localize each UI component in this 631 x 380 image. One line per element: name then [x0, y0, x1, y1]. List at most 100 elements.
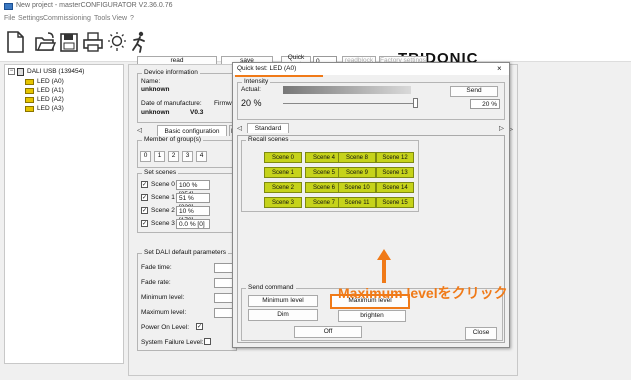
- actual-label: Actual:: [241, 86, 261, 93]
- minimum-level-button[interactable]: Minimum level: [248, 295, 318, 307]
- firmware-value: V0.3: [190, 109, 204, 116]
- tree-item-label: LED (A3): [37, 105, 64, 112]
- dali-defaults-group: Set DALI default parameters Fade time: F…: [137, 249, 237, 351]
- app-icon: [4, 3, 13, 10]
- menu-file[interactable]: File: [4, 15, 15, 22]
- groups-legend: Member of group(s): [142, 136, 204, 143]
- actual-value: 20 %: [241, 98, 262, 108]
- scene-3-checkbox[interactable]: ✓: [141, 220, 148, 227]
- print-icon[interactable]: [82, 30, 104, 54]
- recall-scenes-legend: Recall scenes: [246, 136, 291, 143]
- dali-defaults-legend: Set DALI default parameters: [142, 249, 229, 256]
- device-tree[interactable]: − DALI USB (139454) LED (A0) LED (A1) LE…: [4, 64, 124, 364]
- scene-13-button[interactable]: Scene 13: [376, 167, 414, 178]
- scene-1-label: Scene 1: [151, 194, 175, 201]
- scene-12-button[interactable]: Scene 12: [376, 152, 414, 163]
- intensity-group: Intensity Actual: Send 20 % 20 %: [237, 78, 505, 120]
- system-failure-checkbox[interactable]: [204, 338, 211, 345]
- scene-0-label: Scene 0: [151, 181, 175, 188]
- scene-15-button[interactable]: Scene 15: [376, 197, 414, 208]
- scene-2-checkbox[interactable]: ✓: [141, 207, 148, 214]
- window-title: New project - masterCONFIGURATOR V2.36.0…: [16, 2, 173, 9]
- fade-rate-label: Fade rate:: [141, 279, 171, 286]
- min-level-label: Minimum level:: [141, 294, 185, 301]
- scene-11-button[interactable]: Scene 11: [338, 197, 376, 208]
- scenes-legend: Set scenes: [142, 169, 179, 176]
- menu-view[interactable]: View: [112, 15, 127, 22]
- scene-10-button[interactable]: Scene 10: [338, 182, 376, 193]
- led-icon: [25, 97, 34, 103]
- dialog-tab-scroll-left-icon[interactable]: ◁: [237, 124, 242, 132]
- scene-3-value[interactable]: 0.0 % [0]: [176, 219, 210, 229]
- tab-basic-configuration[interactable]: Basic configuration: [157, 125, 227, 136]
- actual-intensity-bar: [283, 86, 411, 94]
- new-file-icon[interactable]: [4, 30, 26, 54]
- dim-button[interactable]: Dim: [248, 309, 318, 321]
- scene-0-checkbox[interactable]: ✓: [141, 181, 148, 188]
- group-4-button[interactable]: 4: [196, 151, 207, 162]
- scene-9-button[interactable]: Scene 9: [338, 167, 376, 178]
- send-value-field[interactable]: 20 %: [470, 99, 500, 109]
- system-failure-label: System Failure Level:: [141, 339, 204, 346]
- scene-1-checkbox[interactable]: ✓: [141, 194, 148, 201]
- scene-2-label: Scene 2: [151, 207, 175, 214]
- send-button[interactable]: Send: [450, 86, 498, 97]
- scene-0-value[interactable]: 100 % [254]: [176, 180, 210, 198]
- usb-device-icon: [17, 68, 24, 76]
- save-disk-icon[interactable]: [58, 30, 80, 54]
- intensity-legend: Intensity: [242, 78, 271, 85]
- intensity-slider-track[interactable]: [283, 103, 418, 104]
- scene-3-label: Scene 3: [151, 220, 175, 227]
- send-command-legend: Send command: [246, 284, 296, 291]
- group-1-button[interactable]: 1: [154, 151, 165, 162]
- title-highlight-underline: [235, 75, 323, 77]
- led-icon: [25, 88, 34, 94]
- scene-2-button[interactable]: Scene 2: [264, 182, 302, 193]
- date-label: Date of manufacture:: [141, 100, 202, 107]
- scene-3-button[interactable]: Scene 3: [264, 197, 302, 208]
- scenes-group: Set scenes ✓ Scene 0 100 % [254] ✓ Scene…: [137, 169, 237, 233]
- scene-1-value[interactable]: 51 % [229]: [176, 193, 210, 211]
- group-2-button[interactable]: 2: [168, 151, 179, 162]
- standard-tab-panel: Recall scenes Scene 0 Scene 4 Scene 8 Sc…: [237, 135, 505, 343]
- dialog-tab-scroll-right-icon[interactable]: ▷: [499, 124, 504, 132]
- dialog-title-bar: Quick test: LED (A0) ×: [233, 63, 509, 75]
- device-info-legend: Device information: [142, 69, 200, 76]
- scene-8-button[interactable]: Scene 8: [338, 152, 376, 163]
- scene-2-value[interactable]: 10 % [170]: [176, 206, 210, 224]
- led-icon: [25, 106, 34, 112]
- tree-item-label: LED (A0): [37, 78, 64, 85]
- power-on-level-label: Power On Level:: [141, 324, 190, 331]
- power-on-level-checkbox[interactable]: ✓: [196, 323, 203, 330]
- tab-standard[interactable]: Standard: [247, 123, 289, 133]
- scene-1-button[interactable]: Scene 1: [264, 167, 302, 178]
- menu-bar: File Settings Commissioning Tools View ?: [0, 14, 631, 26]
- menu-commissioning[interactable]: Commissioning: [43, 15, 91, 22]
- tree-root-label: DALI USB (139454): [27, 68, 85, 75]
- open-folder-icon[interactable]: [34, 30, 56, 54]
- menu-settings[interactable]: Settings: [18, 15, 43, 22]
- recall-scenes-group: Recall scenes Scene 0 Scene 4 Scene 8 Sc…: [241, 136, 419, 212]
- intensity-slider-thumb[interactable]: [413, 98, 418, 108]
- close-button[interactable]: Close: [465, 327, 497, 340]
- scene-0-button[interactable]: Scene 0: [264, 152, 302, 163]
- running-man-icon[interactable]: [128, 30, 150, 54]
- tab-scroll-left-icon[interactable]: ◁: [137, 126, 142, 134]
- arrow-up-icon: [377, 249, 391, 283]
- fade-time-label: Fade time:: [141, 264, 172, 271]
- collapse-icon[interactable]: −: [8, 68, 15, 75]
- scene-14-button[interactable]: Scene 14: [376, 182, 414, 193]
- group-0-button[interactable]: 0: [140, 151, 151, 162]
- led-icon: [25, 79, 34, 85]
- menu-tools[interactable]: Tools: [94, 15, 110, 22]
- date-value: unknown: [141, 109, 170, 116]
- instruction-annotation: Maximum levelをクリック: [338, 285, 508, 301]
- light-bulb-icon[interactable]: [106, 30, 128, 54]
- off-button[interactable]: Off: [294, 326, 362, 338]
- menu-help[interactable]: ?: [130, 15, 134, 22]
- group-3-button[interactable]: 3: [182, 151, 193, 162]
- tree-item-label: LED (A1): [37, 87, 64, 94]
- brighten-button[interactable]: brighten: [338, 310, 406, 322]
- close-icon[interactable]: ×: [497, 64, 502, 73]
- name-label: Name:: [141, 78, 161, 85]
